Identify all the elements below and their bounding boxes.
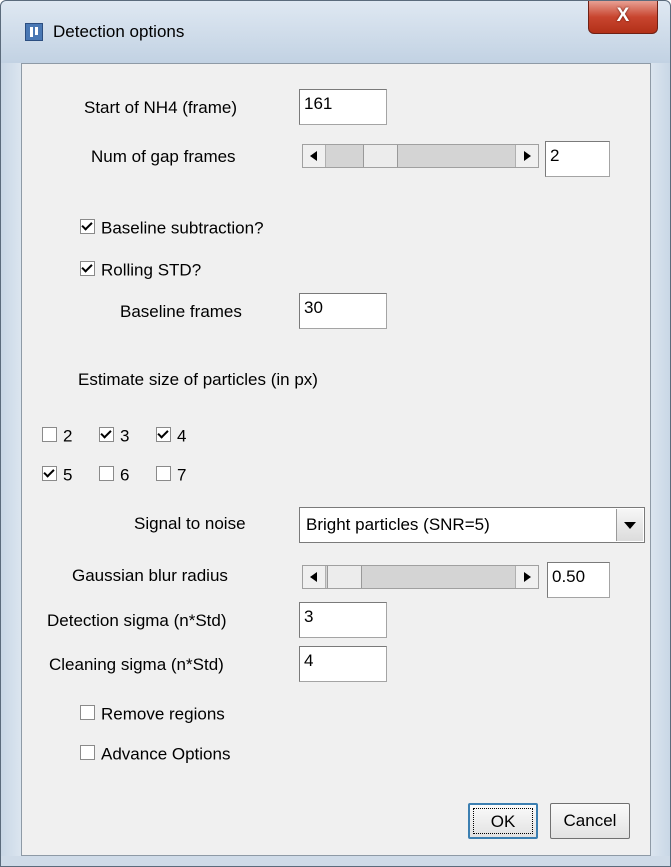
checkbox-unchecked-icon[interactable] xyxy=(42,427,57,443)
checkbox-checked-icon[interactable] xyxy=(42,466,57,482)
slider-left-arrow-icon[interactable] xyxy=(303,566,326,588)
cleaning-sigma-label: Cleaning sigma (n*Std) xyxy=(49,655,224,674)
start-nh4-label: Start of NH4 (frame) xyxy=(84,98,238,117)
gaussian-blur-slider[interactable] xyxy=(302,565,539,589)
gap-frames-label: Num of gap frames xyxy=(91,147,236,166)
signal-to-noise-label: Signal to noise xyxy=(134,514,246,533)
checkbox-checked-icon[interactable] xyxy=(80,219,95,235)
size-option-6[interactable]: 6 xyxy=(99,465,129,487)
remove-regions-checkbox[interactable]: Remove regions xyxy=(80,704,225,726)
window-frame-right xyxy=(651,63,670,863)
detection-sigma-field[interactable]: 3 xyxy=(299,602,387,638)
gaussian-blur-field[interactable]: 0.50 xyxy=(547,562,610,598)
particle-size-label: Estimate size of particles (in px) xyxy=(78,370,318,389)
window-frame-left xyxy=(1,63,21,863)
detection-sigma-label: Detection sigma (n*Std) xyxy=(47,611,227,630)
close-button[interactable]: X xyxy=(588,1,658,34)
signal-to-noise-dropdown[interactable]: Bright particles (SNR=5) xyxy=(299,507,645,543)
dialog-window: Detection options X Start of NH4 (frame)… xyxy=(0,0,671,867)
gap-frames-field[interactable]: 2 xyxy=(545,141,610,177)
ok-button[interactable]: OK xyxy=(468,803,538,839)
checkbox-unchecked-icon[interactable] xyxy=(80,745,95,761)
dialog-content: Start of NH4 (frame) 161 Num of gap fram… xyxy=(21,63,651,856)
slider-right-arrow-icon[interactable] xyxy=(515,566,538,588)
baseline-frames-label: Baseline frames xyxy=(120,302,242,321)
cancel-button[interactable]: Cancel xyxy=(550,803,630,839)
slider-thumb[interactable] xyxy=(327,566,362,588)
baseline-frames-field[interactable]: 30 xyxy=(299,293,387,329)
checkbox-unchecked-icon[interactable] xyxy=(156,466,171,482)
baseline-subtraction-checkbox[interactable]: Baseline subtraction? xyxy=(80,218,264,240)
app-icon xyxy=(25,23,43,41)
checkbox-unchecked-icon[interactable] xyxy=(99,466,114,482)
size-option-7[interactable]: 7 xyxy=(156,465,186,487)
size-option-3[interactable]: 3 xyxy=(99,426,129,448)
size-option-4[interactable]: 4 xyxy=(156,426,186,448)
signal-to-noise-value: Bright particles (SNR=5) xyxy=(306,515,490,534)
gap-frames-slider[interactable] xyxy=(302,144,539,168)
window-title: Detection options xyxy=(53,22,185,41)
gaussian-blur-label: Gaussian blur radius xyxy=(72,566,228,585)
size-option-5[interactable]: 5 xyxy=(42,465,72,487)
chevron-down-icon[interactable] xyxy=(616,509,643,541)
size-option-2[interactable]: 2 xyxy=(42,426,72,448)
cancel-button-label: Cancel xyxy=(563,811,617,830)
start-nh4-field[interactable]: 161 xyxy=(299,89,387,125)
title-bar[interactable]: Detection options X xyxy=(1,1,670,63)
checkbox-unchecked-icon[interactable] xyxy=(80,705,95,721)
checkbox-checked-icon[interactable] xyxy=(99,427,114,443)
slider-right-arrow-icon[interactable] xyxy=(515,145,538,167)
cleaning-sigma-field[interactable]: 4 xyxy=(299,646,387,682)
slider-thumb[interactable] xyxy=(363,145,398,167)
window-frame-bottom xyxy=(1,856,670,866)
checkbox-checked-icon[interactable] xyxy=(80,261,95,277)
checkbox-checked-icon[interactable] xyxy=(156,427,171,443)
focus-ring xyxy=(473,808,533,834)
slider-left-arrow-icon[interactable] xyxy=(303,145,326,167)
rolling-std-checkbox[interactable]: Rolling STD? xyxy=(80,260,201,282)
advance-options-checkbox[interactable]: Advance Options xyxy=(80,744,230,766)
